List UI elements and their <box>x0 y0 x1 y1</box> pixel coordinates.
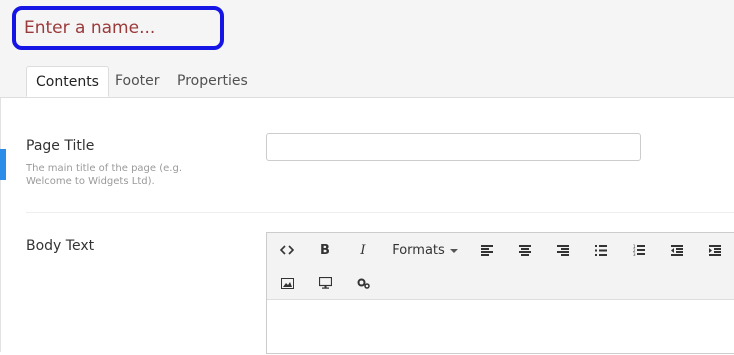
svg-text:3: 3 <box>633 252 636 256</box>
code-icon <box>280 244 294 256</box>
body-text-label: Body Text <box>26 238 95 254</box>
indent-button[interactable] <box>699 236 731 264</box>
name-input-highlight <box>12 6 224 50</box>
numbered-list-icon: 123 <box>633 244 645 256</box>
chevron-down-icon <box>449 249 458 253</box>
code-button[interactable] <box>271 236 303 264</box>
align-left-button[interactable] <box>471 236 503 264</box>
tab-footer[interactable]: Footer <box>106 66 169 96</box>
italic-button[interactable]: I <box>347 236 379 264</box>
media-icon <box>318 277 332 289</box>
align-center-button[interactable] <box>509 236 541 264</box>
tab-contents[interactable]: Contents <box>26 66 109 97</box>
formats-dropdown[interactable]: Formats <box>385 236 465 264</box>
indent-icon <box>709 244 721 256</box>
insert-macro-button[interactable] <box>347 269 379 297</box>
outdent-button[interactable] <box>661 236 693 264</box>
image-icon <box>280 277 294 289</box>
align-right-button[interactable] <box>547 236 579 264</box>
field-divider <box>26 212 734 213</box>
formats-label: Formats <box>392 242 445 258</box>
tab-properties[interactable]: Properties <box>168 66 257 96</box>
active-section-marker <box>0 149 6 180</box>
italic-icon: I <box>360 242 366 258</box>
align-left-icon <box>481 244 493 256</box>
editor-content-area[interactable] <box>267 300 734 355</box>
bullet-list-button[interactable] <box>585 236 617 264</box>
align-right-icon <box>557 244 569 256</box>
page-title-input[interactable] <box>266 133 641 161</box>
editor-toolbar: B I Formats 1 2 3 <box>267 233 734 300</box>
insert-media-button[interactable] <box>309 269 341 297</box>
numbered-list-button[interactable]: 123 <box>623 236 655 264</box>
macro-icon <box>357 278 370 289</box>
insert-image-button[interactable] <box>271 269 303 297</box>
page-title-label: Page Title <box>26 138 95 154</box>
left-rail <box>0 98 1 352</box>
rich-text-editor: B I Formats 1 2 3 <box>266 232 734 354</box>
align-center-icon <box>519 244 531 256</box>
outdent-icon <box>671 244 683 256</box>
bold-icon: B <box>320 242 330 258</box>
page-title-description: The main title of the page (e.g. Welcome… <box>26 163 182 187</box>
bold-button[interactable]: B <box>309 236 341 264</box>
top-bar: Contents Footer Properties <box>0 0 734 98</box>
bullet-list-icon <box>595 244 607 256</box>
name-input[interactable] <box>24 16 214 40</box>
